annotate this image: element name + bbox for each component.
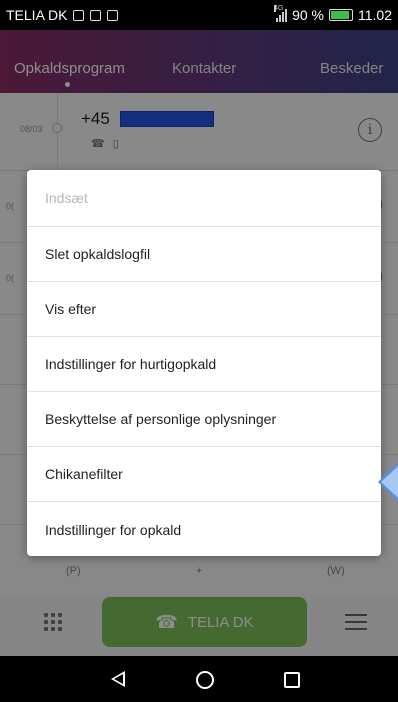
signal-icon: 4G [274,4,288,22]
home-icon[interactable] [196,671,214,689]
clock: 11.02 [358,7,392,23]
menu-item-indsaet: Indsæt [27,170,381,227]
menu-item-chikanefilter[interactable]: Chikanefilter [27,447,381,502]
menu-item-hurtigopkald[interactable]: Indstillinger for hurtigopkald [27,337,381,392]
carrier-name: TELIA DK [6,7,68,23]
overflow-menu: Indsæt Slet opkaldslogfil Vis efter Inds… [27,170,381,556]
image-icon [90,9,102,21]
menu-item-vis-efter[interactable]: Vis efter [27,282,381,337]
menu-item-privacy[interactable]: Beskyttelse af personlige oplysninger [27,392,381,447]
menu-item-slet-opkaldslogfil[interactable]: Slet opkaldslogfil [27,227,381,282]
recents-icon[interactable] [284,672,300,688]
battery-icon [329,9,353,21]
carrier-group: TELIA DK [6,7,119,23]
notification-icon [73,9,85,21]
menu-item-opkald-settings[interactable]: Indstillinger for opkald [27,502,381,556]
message-icon [107,9,119,21]
status-right: 4G 90 % 11.02 [274,4,392,23]
battery-percent: 90 % [292,7,324,23]
status-bar: TELIA DK 4G 90 % 11.02 [0,0,398,30]
back-icon-inner [114,673,123,684]
network-badge: 4G [274,4,284,12]
system-nav-bar [0,656,398,702]
